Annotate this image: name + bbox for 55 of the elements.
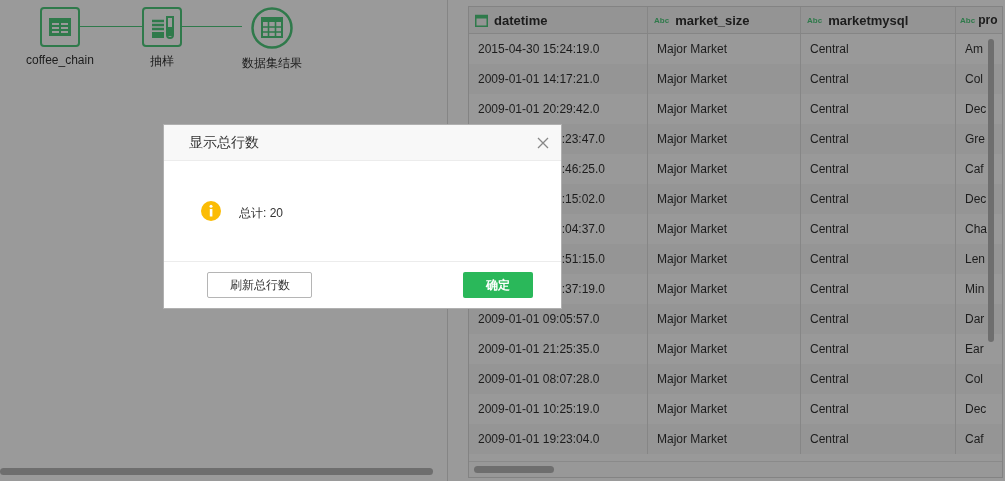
dialog-title: 显示总行数 [189, 133, 259, 152]
table-cell: Central [801, 124, 956, 154]
connector-line [181, 26, 242, 27]
column-header[interactable]: Abc market_size [648, 7, 801, 33]
table-cell: Central [801, 424, 956, 454]
table-cell: Major Market [648, 64, 801, 94]
table-cell-text: Dec [964, 101, 988, 118]
table-cell-text: Len [964, 251, 987, 268]
node-label: coffee_chain [26, 53, 94, 67]
horizontal-scrollbar[interactable] [0, 468, 433, 475]
table-node-icon[interactable] [39, 7, 80, 47]
table-cell-text: Col [964, 371, 984, 388]
table-cell: 2009-01-01 14:17:21.0 [469, 64, 648, 94]
total-count-text: 总计: 20 [239, 204, 283, 222]
column-header[interactable]: Abc pro [956, 7, 1002, 33]
text-type-label: Abc [807, 15, 823, 25]
table-cell-text: Am [964, 41, 984, 58]
text-type-label: Abc [654, 15, 670, 25]
table-cell-text: Cha [964, 221, 988, 238]
table-cell-text: Col [964, 71, 984, 88]
table-cell-text: Caf [964, 161, 985, 178]
vertical-scrollbar[interactable] [988, 39, 994, 342]
table-cell: Major Market [648, 244, 801, 274]
table-cell-text: Caf [964, 431, 985, 448]
table-cell: Central [801, 304, 956, 334]
connector-line [79, 26, 142, 27]
table-cell: Major Market [648, 424, 801, 454]
table-cell: Major Market [648, 364, 801, 394]
table-cell: Central [801, 364, 956, 394]
table-cell-text: Dec [964, 401, 988, 418]
close-icon[interactable] [537, 136, 549, 149]
node-label: 抽样 [149, 53, 174, 70]
table-cell: Central [801, 184, 956, 214]
table-cell: Major Market [648, 124, 801, 154]
table-cell-text: Dec [964, 191, 988, 208]
table-cell: Central [801, 244, 956, 274]
table-cell: Major Market [648, 184, 801, 214]
table-cell: 2009-01-01 19:23:04.0 [469, 424, 648, 454]
table-cell: 2009-01-01 08:07:28.0 [469, 364, 648, 394]
grid-node-icon[interactable] [250, 7, 293, 49]
calendar-icon [475, 13, 488, 27]
table-cell-text: Dar [964, 311, 986, 328]
table-cell-text: Min [964, 281, 986, 298]
table-cell-text: Gre [964, 131, 986, 148]
info-icon [201, 201, 221, 221]
table-cell: Major Market [648, 304, 801, 334]
horizontal-scrollbar[interactable] [474, 466, 554, 473]
table-cell: Central [801, 64, 956, 94]
text-type-label: Abc [960, 15, 976, 25]
column-header[interactable]: Abc marketmysql [801, 7, 956, 33]
refresh-button[interactable]: 刷新总行数 [207, 272, 312, 298]
test-tube-node-icon[interactable] [141, 7, 182, 47]
column-header[interactable]: datetime [469, 7, 648, 33]
node-label: 数据集结果 [241, 55, 302, 72]
table-cell-text: Ear [964, 341, 985, 358]
